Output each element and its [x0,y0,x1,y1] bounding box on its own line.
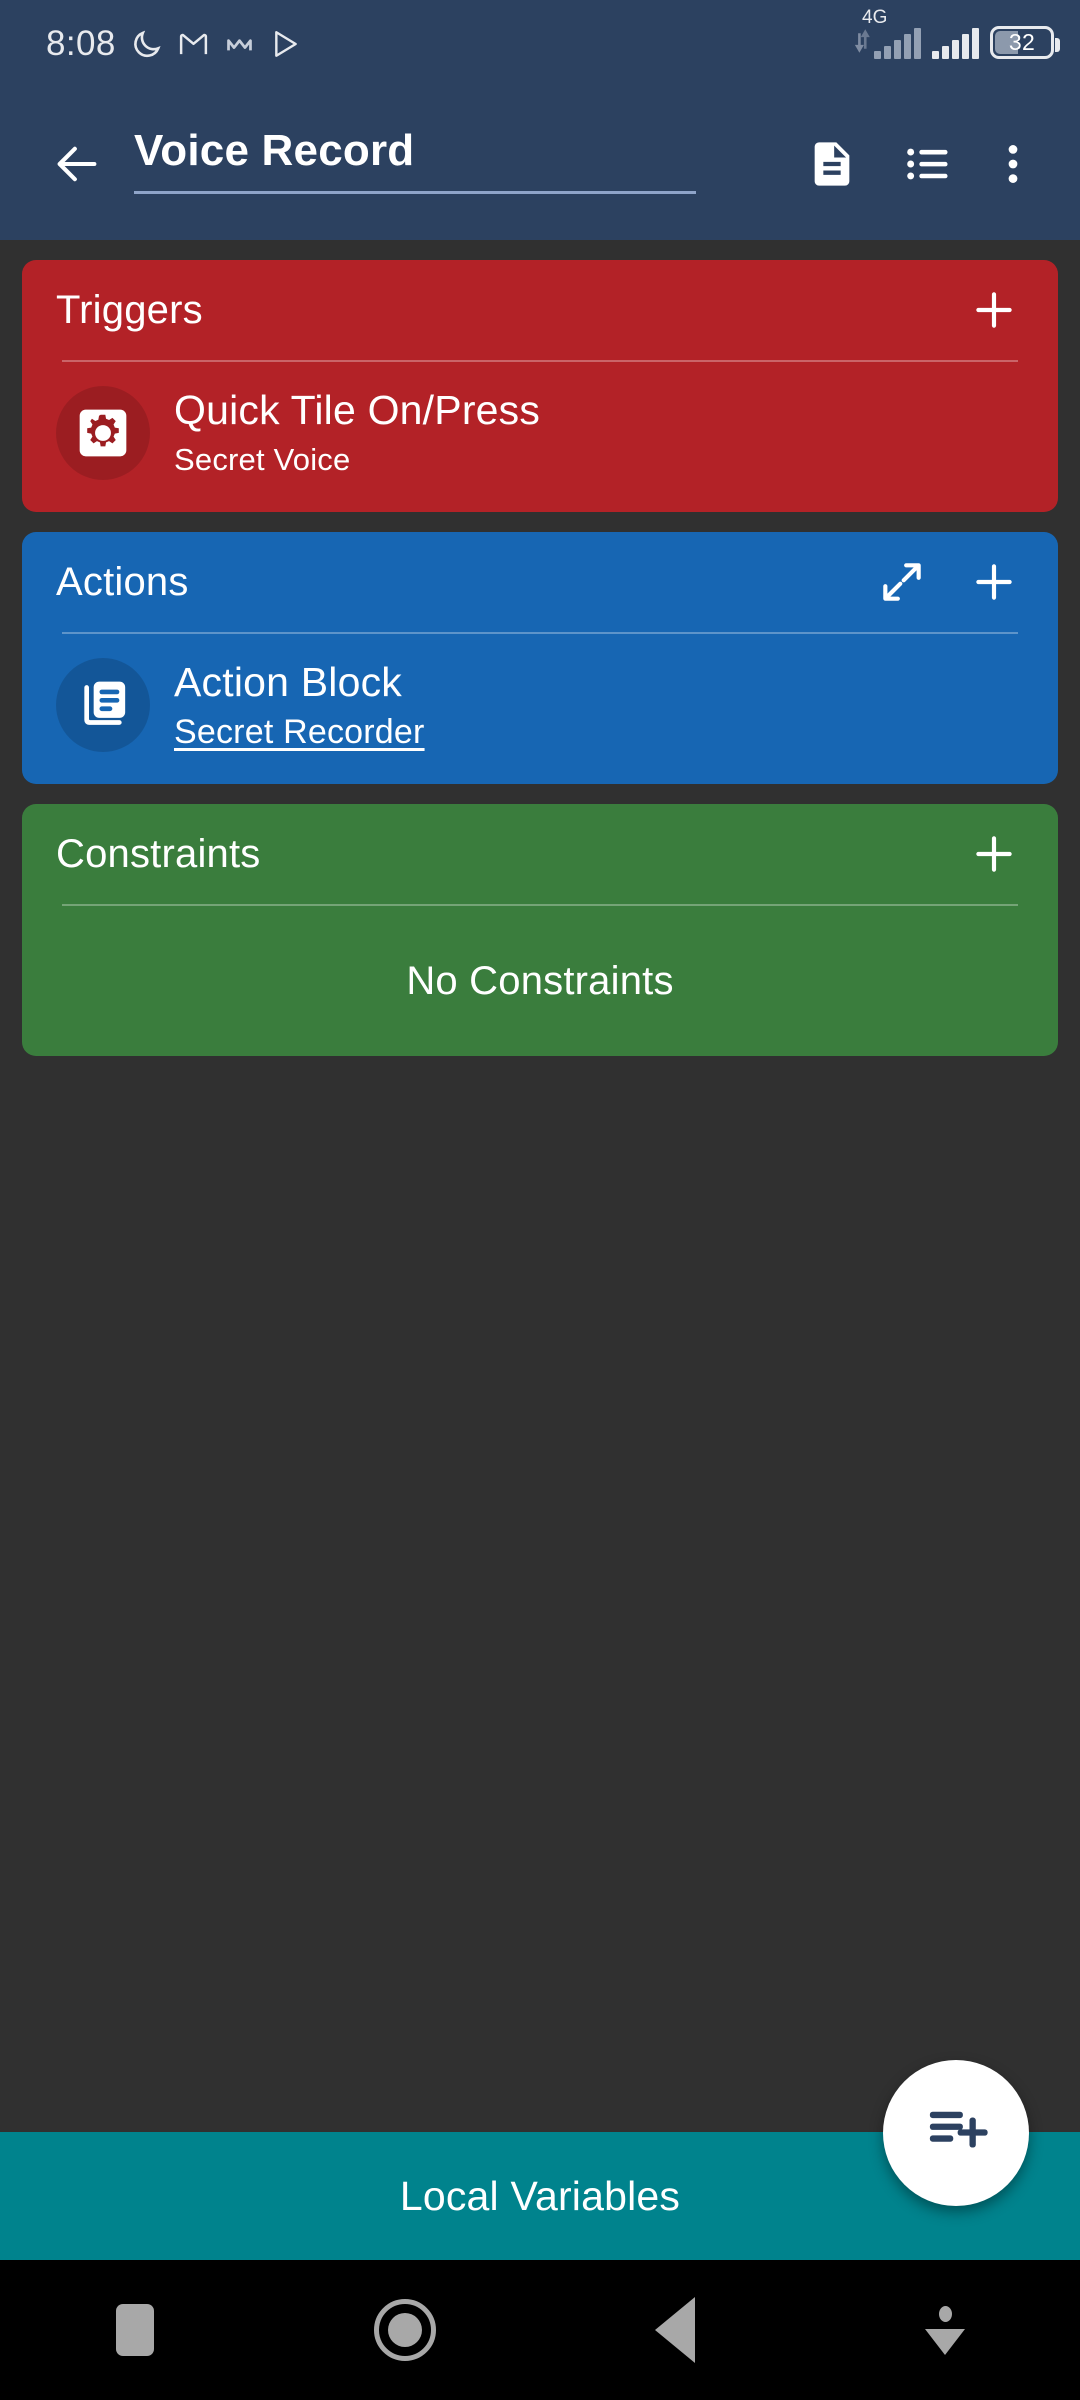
recents-button[interactable] [0,2260,270,2400]
play-store-icon [269,28,301,60]
action-block-icon [56,658,150,752]
macro-sections: Triggers Quick Tile On/Press Secret Voic… [0,240,1080,1056]
action-list-item[interactable]: Action Block Secret Recorder [22,634,1058,784]
home-circle-icon [374,2299,436,2361]
actions-header-icons [872,552,1024,612]
action-item-text: Action Block Secret Recorder [174,656,425,754]
quick-tile-icon [56,386,150,480]
actions-header: Actions [22,532,1058,632]
triggers-header: Triggers [22,260,1058,360]
status-bar-left: 8:08 [46,24,301,64]
status-bar-right: 4G 32 [852,7,1060,63]
monero-icon [224,29,255,60]
constraints-header-icons [964,824,1024,884]
home-button[interactable] [270,2260,540,2400]
moon-dnd-icon [130,28,163,61]
add-trigger-button[interactable] [964,280,1024,340]
app-bar-actions [784,116,1050,212]
triggers-title: Triggers [56,287,203,332]
gmail-icon [177,28,210,61]
triggers-header-icons [964,280,1024,340]
triggers-card: Triggers Quick Tile On/Press Secret Voic… [22,260,1058,512]
hide-keyboard-icon [925,2305,965,2355]
actions-card: Actions Action Block Secret Recorder [22,532,1058,784]
signal-bars-1-icon [874,27,921,59]
action-item-title: Action Block [174,659,403,705]
constraints-title: Constraints [56,831,261,876]
status-clock: 8:08 [46,24,116,63]
network-type-label: 4G [862,6,888,28]
recents-square-icon [116,2304,154,2356]
list-button[interactable] [880,116,976,212]
battery-icon: 32 [990,25,1060,59]
constraints-card: Constraints No Constraints [22,804,1058,1056]
back-button[interactable] [38,125,116,203]
overflow-menu-button[interactable] [976,116,1050,212]
signal-bars-2-icon [932,27,979,59]
page-title: Voice Record [134,126,415,175]
add-constraint-button[interactable] [964,824,1024,884]
trigger-item-title: Quick Tile On/Press [174,387,541,433]
local-variables-label: Local Variables [399,2172,681,2219]
hide-keyboard-button[interactable] [810,2260,1080,2400]
macro-name-field[interactable]: Voice Record [134,124,764,204]
system-navigation-bar [0,2260,1080,2400]
trigger-item-subtitle: Secret Voice [174,442,351,477]
constraints-header: Constraints [22,804,1058,904]
action-item-subtitle-link[interactable]: Secret Recorder [174,710,425,754]
back-button-nav[interactable] [540,2260,810,2400]
description-button[interactable] [784,116,880,212]
status-bar: 8:08 4G 32 [0,0,1080,88]
actions-title: Actions [56,559,189,604]
add-variable-fab[interactable] [883,2060,1029,2206]
data-arrows-icon [852,28,872,59]
back-triangle-icon [655,2297,695,2363]
macro-name-underline [134,191,696,194]
constraints-empty-label: No Constraints [406,958,674,1003]
signal-1: 4G [852,7,921,59]
trigger-item-text: Quick Tile On/Press Secret Voice [174,384,540,482]
trigger-list-item[interactable]: Quick Tile On/Press Secret Voice [22,362,1058,512]
playlist-add-icon [923,2098,989,2169]
phone-screen: 8:08 4G 32 Voice Record Triggers Quick T… [0,0,1080,2400]
expand-actions-button[interactable] [872,552,932,612]
battery-level-label: 32 [1008,28,1036,55]
app-bar: Voice Record [0,88,1080,240]
add-action-button[interactable] [964,552,1024,612]
